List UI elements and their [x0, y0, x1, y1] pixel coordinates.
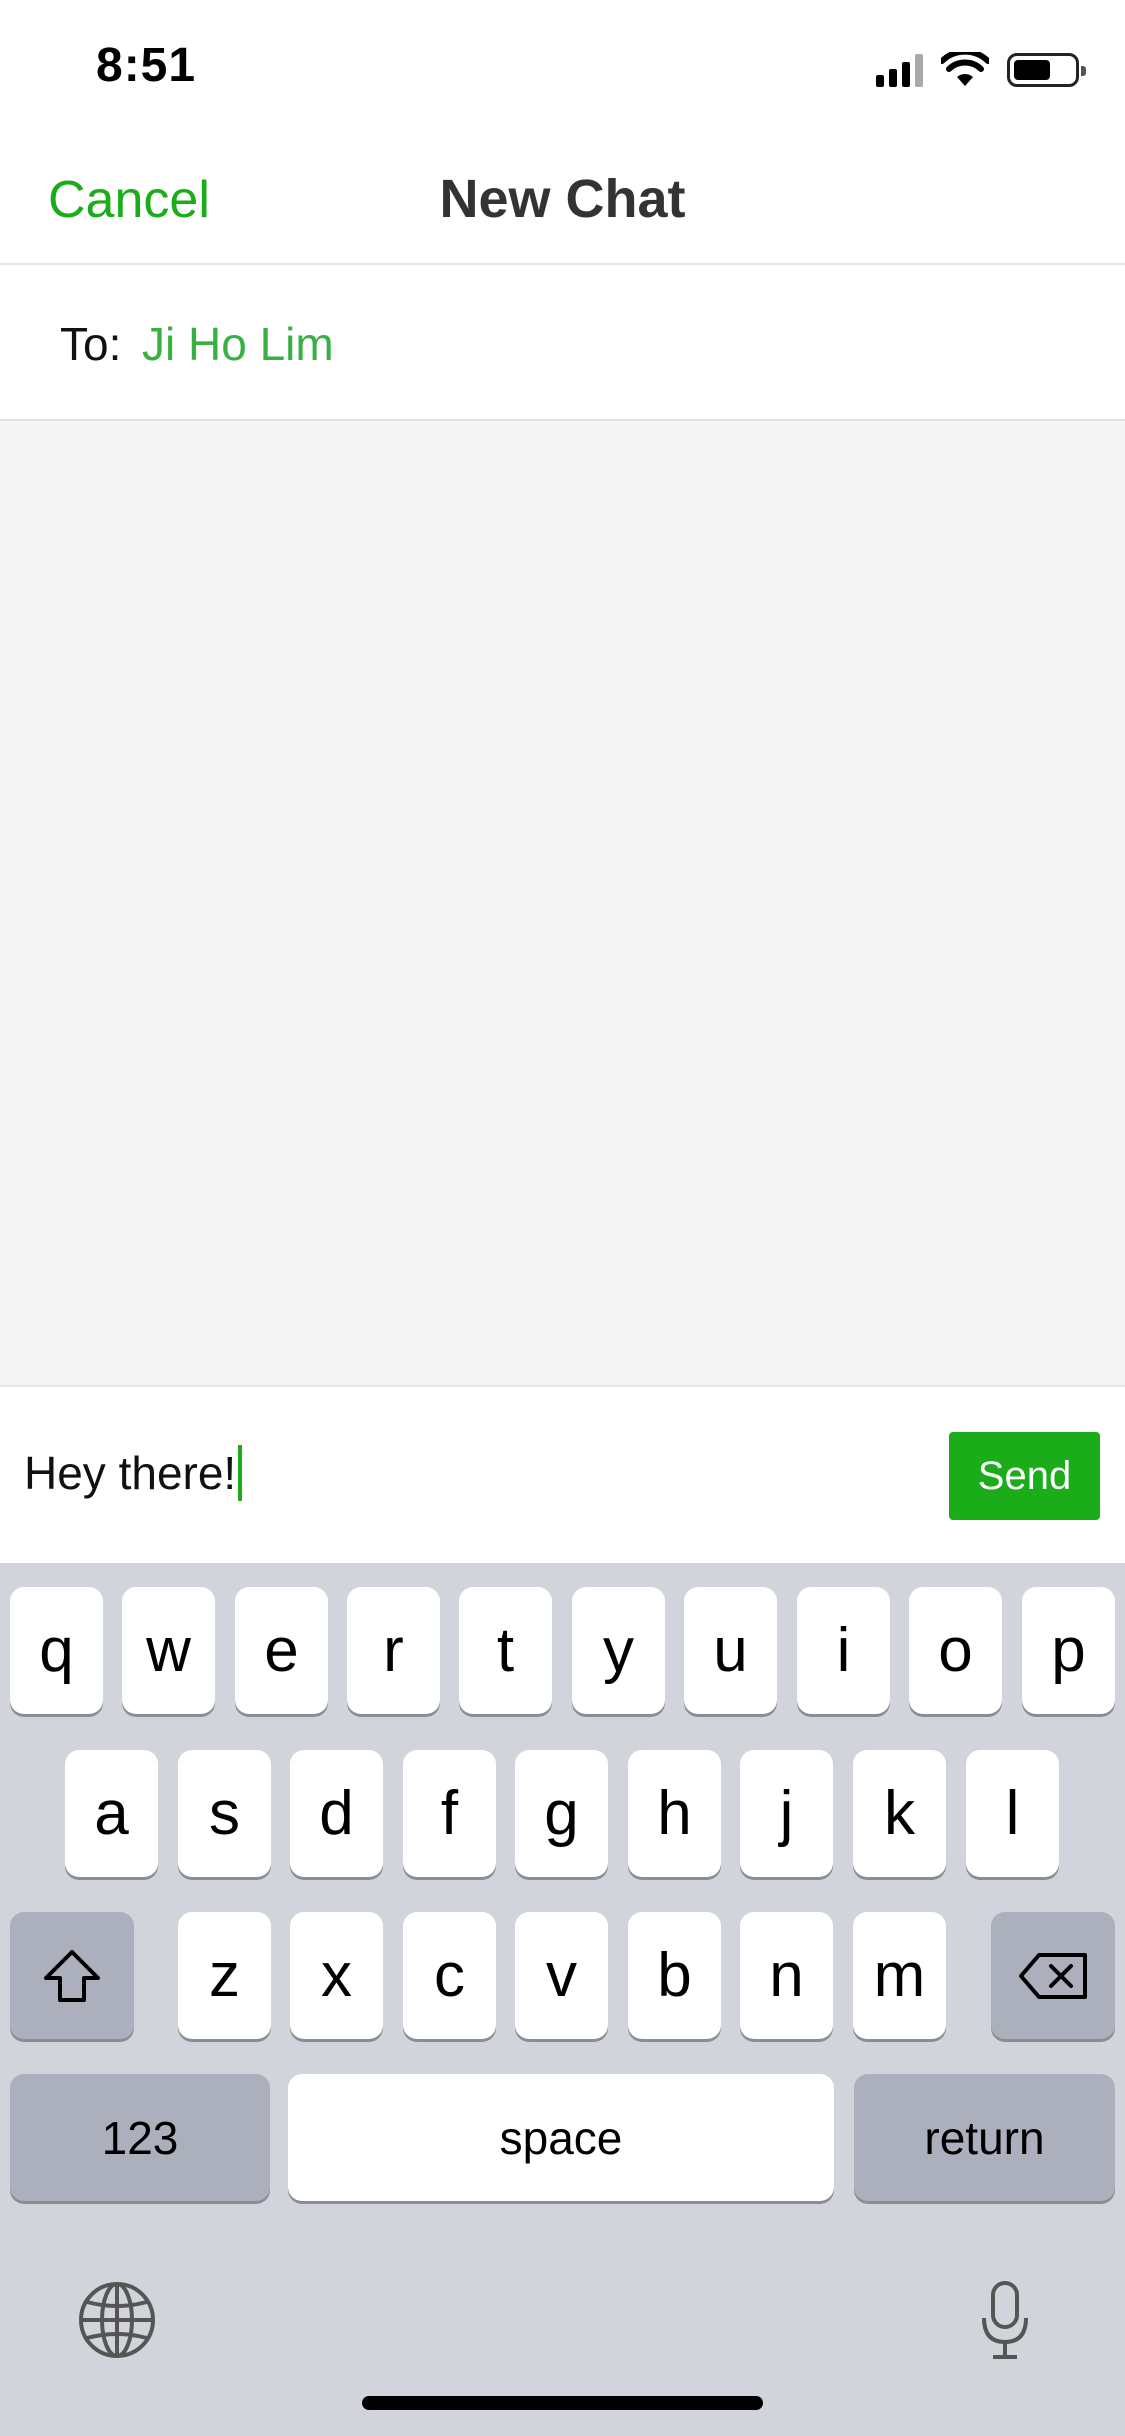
key-v[interactable]: v — [515, 1912, 608, 2039]
key-x[interactable]: x — [290, 1912, 383, 2039]
key-f[interactable]: f — [403, 1750, 496, 1877]
shift-key[interactable] — [10, 1912, 134, 2039]
keyboard: q w e r t y u i o p a s d f g h j k l z … — [0, 1563, 1125, 2436]
home-indicator[interactable] — [362, 2396, 763, 2410]
key-i[interactable]: i — [797, 1587, 890, 1714]
battery-icon — [1007, 53, 1086, 87]
dictation-key[interactable] — [970, 2277, 1040, 2363]
key-z[interactable]: z — [178, 1912, 271, 2039]
message-input-text: Hey there! — [24, 1447, 237, 1499]
backspace-icon — [1019, 1952, 1087, 1999]
key-o[interactable]: o — [909, 1587, 1002, 1714]
message-area — [0, 421, 1125, 1387]
key-l[interactable]: l — [966, 1750, 1059, 1877]
key-h[interactable]: h — [628, 1750, 721, 1877]
message-input[interactable]: Hey there! — [24, 1445, 243, 1501]
key-c[interactable]: c — [403, 1912, 496, 2039]
key-t[interactable]: t — [459, 1587, 552, 1714]
signal-icon — [876, 53, 923, 87]
status-time: 8:51 — [96, 39, 197, 92]
text-caret — [238, 1445, 243, 1501]
return-key[interactable]: return — [854, 2074, 1115, 2201]
to-label: To: — [60, 318, 122, 370]
key-g[interactable]: g — [515, 1750, 608, 1877]
key-q[interactable]: q — [10, 1587, 103, 1714]
status-icons — [876, 50, 1086, 90]
key-w[interactable]: w — [122, 1587, 215, 1714]
globe-key[interactable] — [74, 2277, 160, 2363]
nav-bar: Cancel New Chat — [0, 132, 1125, 265]
send-button[interactable]: Send — [949, 1432, 1100, 1520]
space-key[interactable]: space — [288, 2074, 834, 2201]
key-a[interactable]: a — [65, 1750, 158, 1877]
recipient-field[interactable]: To: Ji Ho Lim — [0, 265, 1125, 421]
key-d[interactable]: d — [290, 1750, 383, 1877]
composer-bar: Hey there! Send — [0, 1387, 1125, 1563]
key-r[interactable]: r — [347, 1587, 440, 1714]
key-n[interactable]: n — [740, 1912, 833, 2039]
key-j[interactable]: j — [740, 1750, 833, 1877]
backspace-key[interactable] — [991, 1912, 1115, 2039]
wifi-icon — [941, 52, 989, 86]
key-p[interactable]: p — [1022, 1587, 1115, 1714]
key-m[interactable]: m — [853, 1912, 946, 2039]
key-k[interactable]: k — [853, 1750, 946, 1877]
status-bar: 8:51 — [0, 0, 1125, 132]
page-title: New Chat — [439, 169, 686, 229]
key-e[interactable]: e — [235, 1587, 328, 1714]
microphone-icon — [982, 2281, 1028, 2359]
key-s[interactable]: s — [178, 1750, 271, 1877]
key-y[interactable]: y — [572, 1587, 665, 1714]
key-b[interactable]: b — [628, 1912, 721, 2039]
shift-icon — [44, 1949, 100, 2002]
key-u[interactable]: u — [684, 1587, 777, 1714]
recipient-token[interactable]: Ji Ho Lim — [142, 317, 334, 371]
globe-icon — [79, 2282, 155, 2358]
numbers-key[interactable]: 123 — [10, 2074, 270, 2201]
